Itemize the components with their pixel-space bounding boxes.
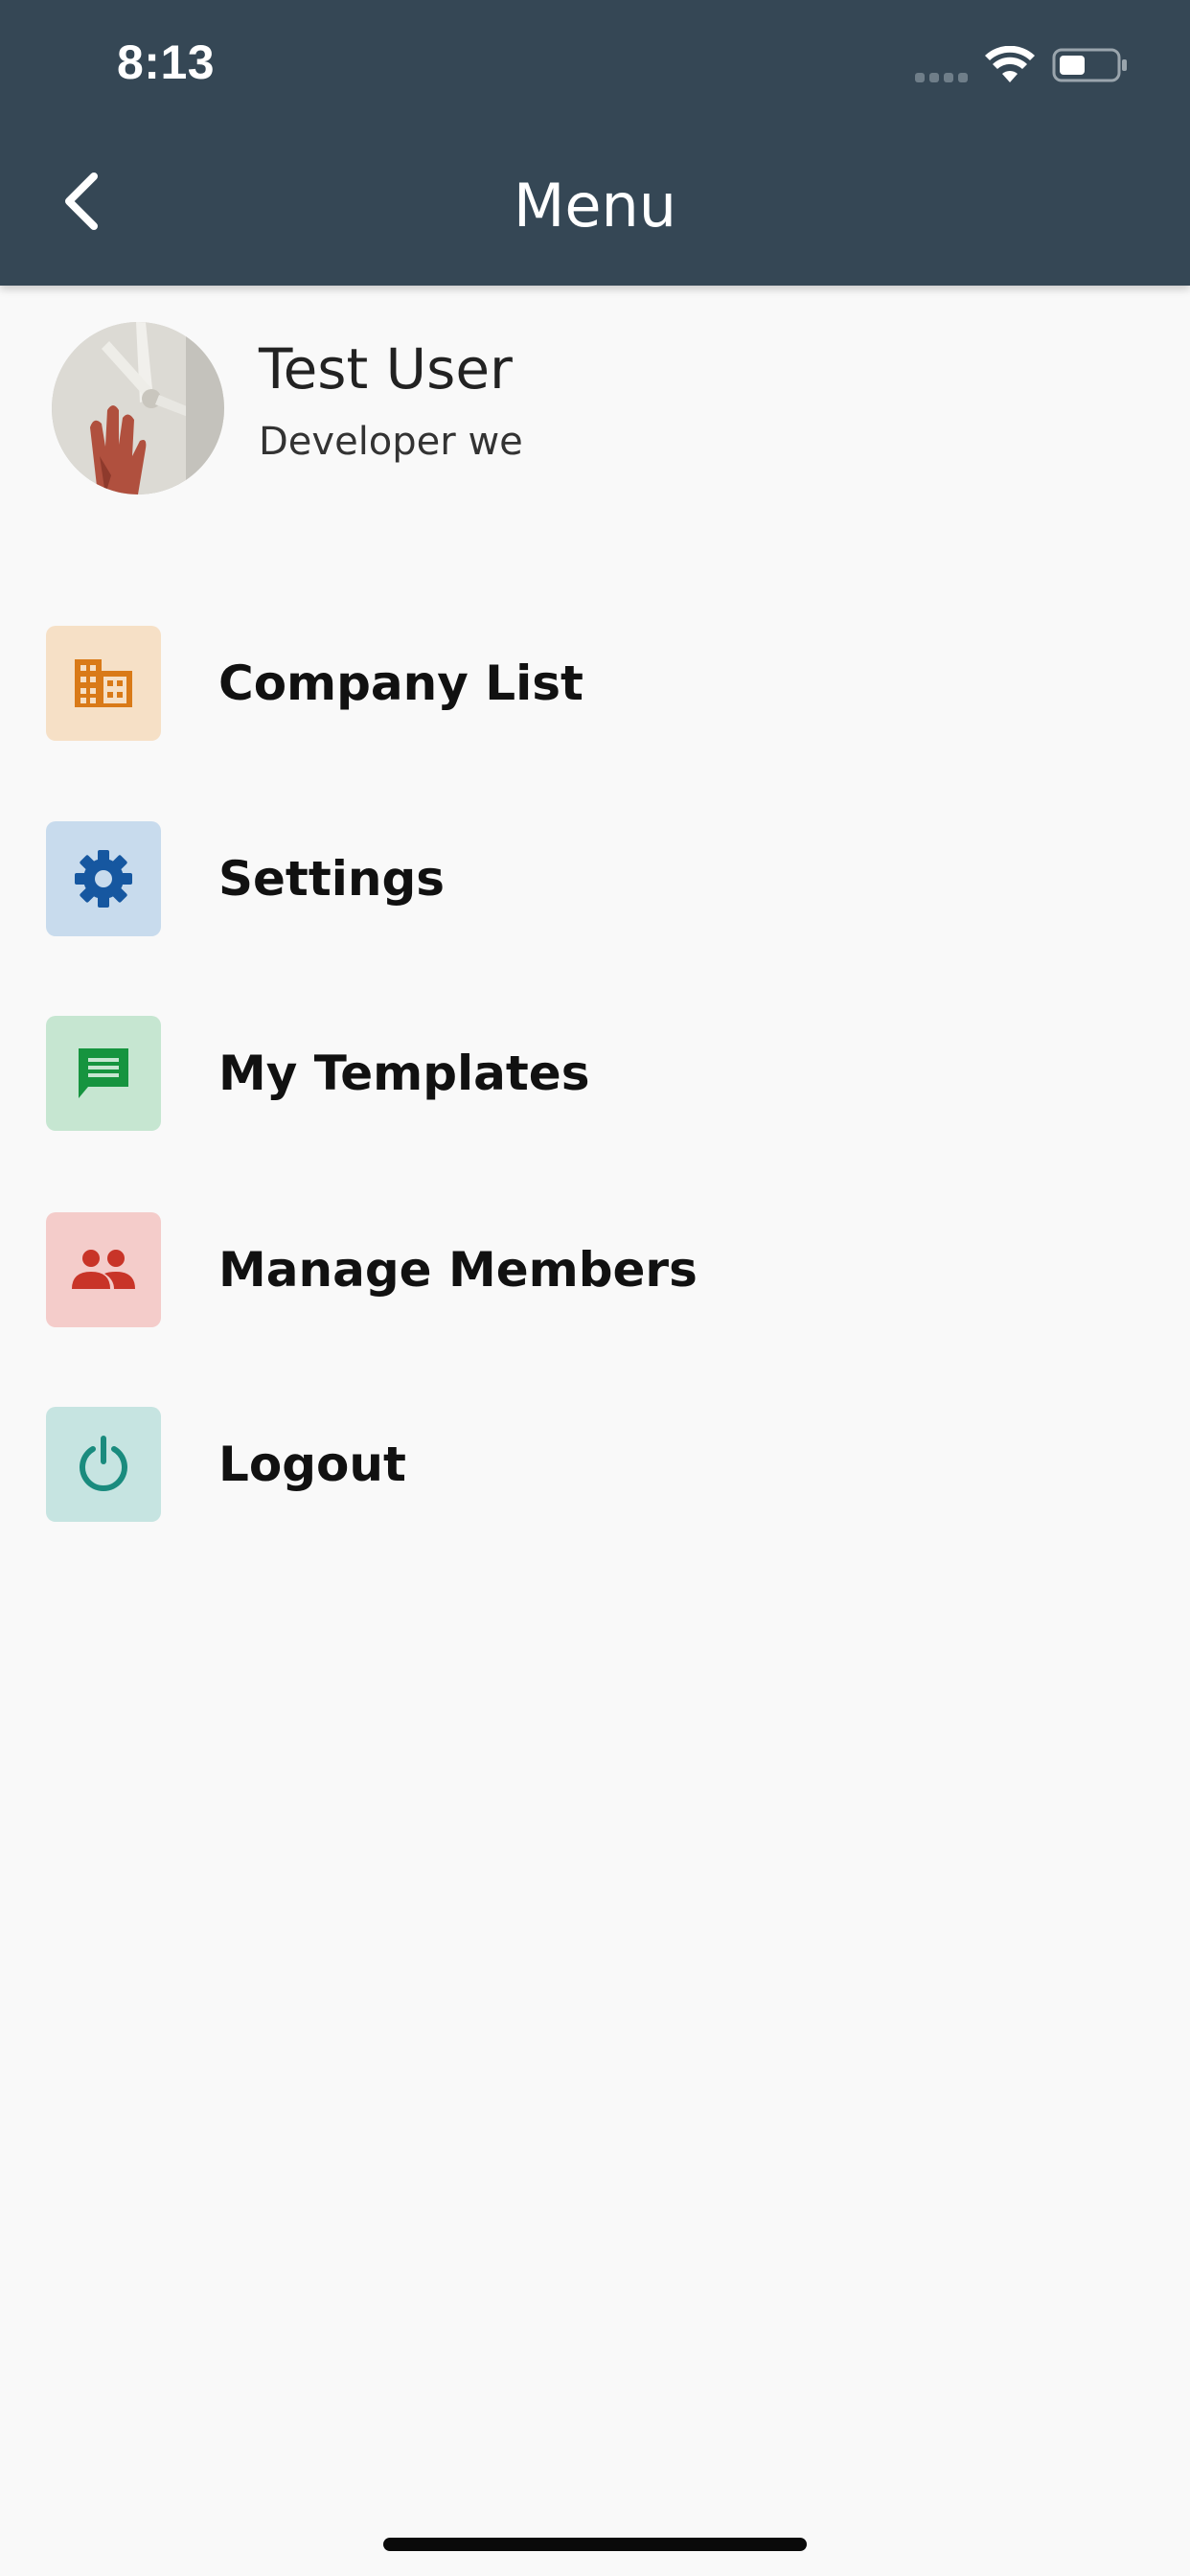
menu-item-logout[interactable]: Logout [46,1406,1138,1523]
avatar[interactable] [52,322,224,494]
status-time: 8:13 [117,35,216,89]
app-header: 8:13 Menu [0,0,1190,286]
wifi-icon [985,46,1035,82]
menu-item-label: Logout [218,1437,406,1492]
battery-icon [1052,48,1127,82]
menu-item-label: Manage Members [218,1242,698,1298]
profile-role: Developer we [259,420,523,464]
avatar-photo [52,322,224,494]
message-icon [46,1016,161,1131]
menu-item-company-list[interactable]: Company List [46,625,1138,742]
user-profile[interactable]: Test User Developer we [52,322,1106,494]
power-icon [46,1407,161,1522]
profile-name: Test User [259,336,513,402]
menu-item-label: Company List [218,656,584,711]
page-title: Menu [513,171,677,241]
menu-item-manage-members[interactable]: Manage Members [46,1211,1138,1328]
home-indicator[interactable] [383,2538,807,2551]
gear-icon [46,821,161,936]
menu-item-settings[interactable]: Settings [46,820,1138,937]
people-icon [46,1212,161,1327]
menu-item-label: Settings [218,851,446,907]
menu-item-my-templates[interactable]: My Templates [46,1015,1138,1132]
menu-item-label: My Templates [218,1046,590,1101]
building-icon [46,626,161,741]
cellular-signal-icon [915,69,973,82]
